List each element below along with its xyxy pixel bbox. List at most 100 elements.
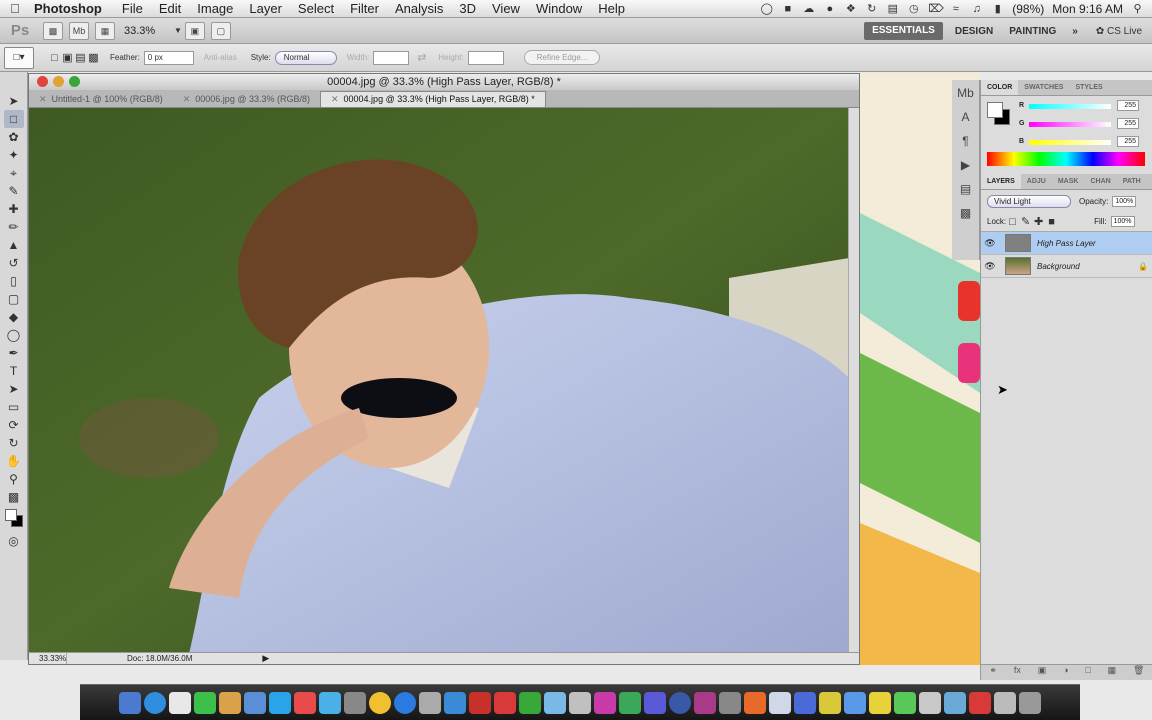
tab-layers[interactable]: LAYERS: [981, 174, 1021, 189]
menu-edit[interactable]: Edit: [151, 1, 189, 16]
quick-select-tool-icon[interactable]: ✦: [4, 146, 24, 164]
width-input[interactable]: [373, 50, 410, 65]
spotlight-search-icon[interactable]: ⚲: [1131, 3, 1144, 15]
delete-layer-icon[interactable]: 🗑: [1133, 665, 1144, 680]
quick-mask-icon[interactable]: ◎: [4, 532, 24, 550]
red-slider[interactable]: R 255: [1017, 100, 1147, 114]
media-app-icon[interactable]: [694, 691, 716, 714]
red-value[interactable]: 255: [1117, 100, 1139, 111]
arrange-documents-button[interactable]: ▣: [184, 21, 205, 40]
fill-input[interactable]: 100%: [1110, 216, 1135, 227]
layer-row[interactable]: 👁 High Pass Layer: [981, 232, 1152, 255]
launch-minibridge-button[interactable]: Mb: [69, 21, 89, 40]
pencil-app-icon[interactable]: [919, 691, 941, 714]
tab-untitled-1[interactable]: ✕ Untitled-1 @ 100% (RGB/8): [29, 92, 173, 107]
lock-transparency-icon[interactable]: □: [1006, 216, 1019, 228]
hand-tool-icon[interactable]: ✋: [4, 452, 24, 470]
tab-00006[interactable]: ✕ 00006.jpg @ 33.3% (RGB/8): [173, 92, 320, 107]
blue-value[interactable]: 255: [1117, 136, 1139, 147]
menu-view[interactable]: View: [484, 1, 528, 16]
close-window-button[interactable]: [37, 76, 48, 87]
tab-00004[interactable]: ✕ 00004.jpg @ 33.3% (High Pass Layer, RGB…: [319, 91, 546, 107]
crop-tool-icon[interactable]: ⌖: [4, 164, 24, 182]
preview-icon[interactable]: [419, 691, 441, 714]
screen-mode-button[interactable]: ▢: [210, 21, 231, 40]
opacity-input[interactable]: 100%: [1112, 195, 1137, 207]
messages-icon[interactable]: [519, 691, 541, 714]
zoom-window-button[interactable]: [69, 76, 80, 87]
foreground-color-swatch[interactable]: [4, 509, 17, 521]
minimize-window-button[interactable]: [53, 76, 64, 87]
swap-dimensions-icon[interactable]: ⇄: [415, 52, 428, 64]
link-layers-icon[interactable]: ⚭: [989, 665, 997, 680]
wifi-icon[interactable]: ≈: [949, 3, 962, 15]
view-extras-button[interactable]: ▦: [95, 21, 115, 40]
tab-color[interactable]: COLOR: [981, 80, 1019, 95]
add-selection-icon[interactable]: ▣: [61, 52, 74, 64]
workspace-overflow-button[interactable]: »: [1064, 26, 1086, 37]
display-icon[interactable]: ▤: [886, 3, 899, 15]
apple-menu-icon[interactable]: : [0, 1, 30, 16]
paragraph-panel-icon[interactable]: ¶: [955, 134, 977, 152]
firefox-icon[interactable]: [744, 691, 766, 714]
character-panel-icon[interactable]: A: [955, 110, 977, 128]
video-call-icon[interactable]: [319, 691, 341, 714]
menu-analysis[interactable]: Analysis: [387, 1, 451, 16]
evernote-icon[interactable]: ■: [781, 3, 794, 15]
safari-icon[interactable]: [144, 691, 166, 714]
height-input[interactable]: [467, 50, 504, 65]
clock[interactable]: Mon 9:16 AM: [1052, 2, 1123, 16]
visibility-eye-icon[interactable]: 👁: [981, 261, 999, 272]
pen-tool-icon[interactable]: ✒: [4, 344, 24, 362]
volume-icon[interactable]: ♫: [970, 3, 983, 15]
tab-swatches[interactable]: SWATCHES: [1018, 80, 1069, 95]
chrome-icon[interactable]: [369, 691, 391, 714]
zoom-level-select[interactable]: 33.3%: [124, 25, 180, 37]
tweetdeck-icon[interactable]: [644, 691, 666, 714]
twitter-icon[interactable]: [269, 691, 291, 714]
menu-app-name[interactable]: Photoshop: [30, 1, 114, 16]
editor-icon[interactable]: [794, 691, 816, 714]
dropbox-icon[interactable]: ❖: [844, 3, 857, 15]
system-prefs-icon[interactable]: [719, 691, 741, 714]
utility-icon[interactable]: [344, 691, 366, 714]
menu-window[interactable]: Window: [528, 1, 590, 16]
menu-file[interactable]: File: [114, 1, 151, 16]
anti-alias-checkbox[interactable]: Anti-alias: [204, 53, 237, 62]
menu-select[interactable]: Select: [290, 1, 342, 16]
lock-all-icon[interactable]: ■: [1045, 216, 1058, 228]
bluetooth-icon[interactable]: ⌦: [928, 3, 944, 15]
xcode-icon[interactable]: [444, 691, 466, 714]
brush-tool-icon[interactable]: ✏: [4, 218, 24, 236]
tool-preset-picker[interactable]: □▾: [4, 46, 34, 69]
lock-position-icon[interactable]: ✚: [1032, 216, 1045, 228]
sync-icon[interactable]: ↻: [865, 3, 878, 15]
actions-panel-icon[interactable]: ▶: [955, 158, 977, 176]
path-selection-tool-icon[interactable]: ➤: [4, 380, 24, 398]
green-value[interactable]: 255: [1117, 118, 1139, 129]
refine-edge-button[interactable]: Refine Edge...: [523, 50, 601, 65]
download-icon[interactable]: [194, 691, 216, 714]
notepad-icon[interactable]: [869, 691, 891, 714]
clone-stamp-tool-icon[interactable]: ▲: [4, 236, 24, 254]
close-tab-icon[interactable]: ✕: [39, 94, 47, 104]
downloads-folder-icon[interactable]: [944, 691, 966, 714]
tab-styles[interactable]: STYLES: [1069, 80, 1108, 95]
photos-folder-icon[interactable]: [844, 691, 866, 714]
menu-layer[interactable]: Layer: [241, 1, 290, 16]
status-menu-arrow-icon[interactable]: ▶: [262, 653, 269, 664]
new-group-icon[interactable]: □: [1085, 665, 1090, 680]
menu-image[interactable]: Image: [189, 1, 241, 16]
shape-tool-icon[interactable]: ▭: [4, 398, 24, 416]
tab-paths[interactable]: PATH: [1117, 174, 1147, 189]
minibridge-panel-icon[interactable]: Mb: [955, 86, 977, 104]
zoom-tool-icon[interactable]: ⚲: [4, 470, 24, 488]
trash-icon[interactable]: [1019, 691, 1041, 714]
gradient-tool-icon[interactable]: ▢: [4, 290, 24, 308]
time-machine-icon[interactable]: ◷: [907, 3, 920, 15]
stickies-icon[interactable]: [819, 691, 841, 714]
menu-3d[interactable]: 3D: [451, 1, 484, 16]
move-tool-icon[interactable]: ➤: [4, 92, 24, 110]
history-panel-icon[interactable]: ▤: [955, 182, 977, 200]
app-store-icon[interactable]: [394, 691, 416, 714]
